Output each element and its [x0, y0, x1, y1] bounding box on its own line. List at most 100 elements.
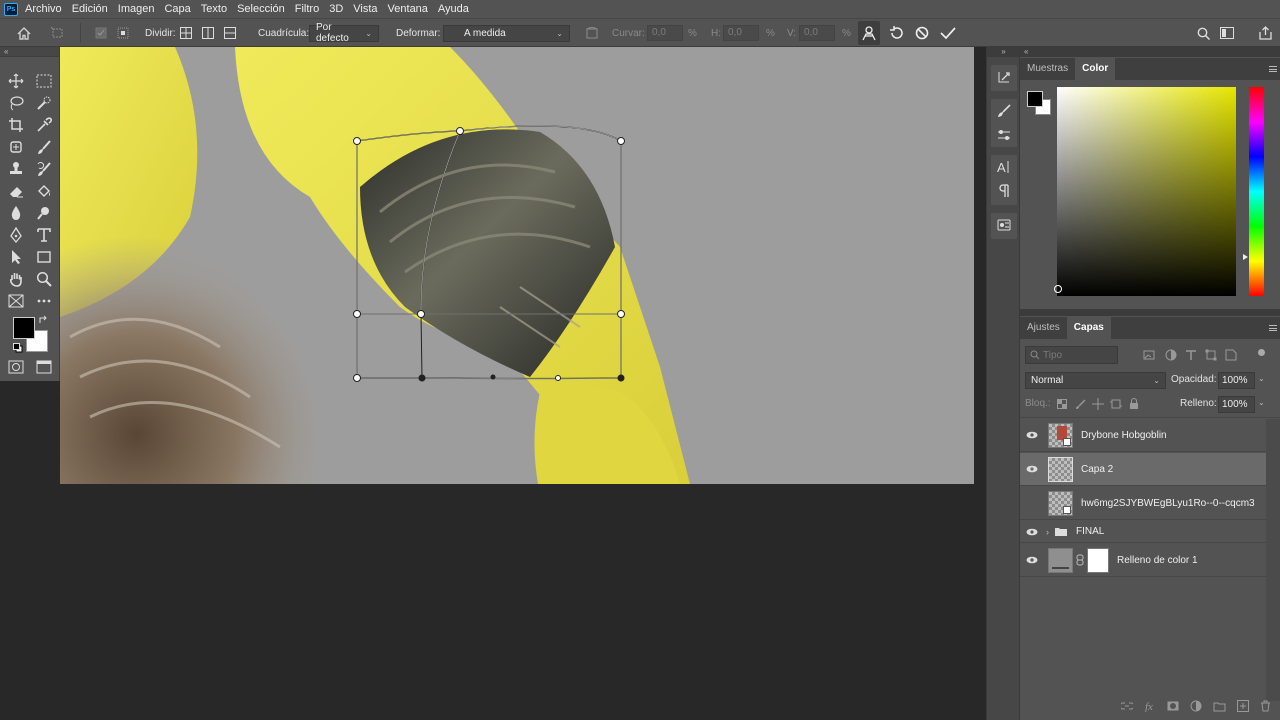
layer-row-relleno[interactable]: Relleno de color 1 — [1020, 544, 1266, 577]
blend-mode-select[interactable]: Normal ⌄ — [1025, 372, 1166, 389]
commit-transform-icon[interactable] — [938, 19, 958, 47]
expand-arrows-icon[interactable]: » — [987, 47, 1020, 57]
layer-row-hw6mg2[interactable]: hw6mg2SJYBWEgBLyu1Ro--0--cqcm3 — [1020, 487, 1266, 520]
filter-pixel-icon[interactable] — [1143, 349, 1155, 364]
reference-point-toggle-icon[interactable] — [92, 19, 110, 47]
zoom-tool-icon[interactable] — [33, 269, 55, 289]
search-icon[interactable] — [1194, 19, 1212, 47]
filter-smart-object-icon[interactable] — [1225, 349, 1237, 364]
reference-point-grid-icon[interactable] — [114, 19, 132, 47]
share-icon[interactable] — [1256, 19, 1274, 47]
filter-adjustment-icon[interactable] — [1165, 349, 1177, 364]
default-colors-icon[interactable] — [13, 343, 23, 356]
artboard-frame-icon[interactable] — [5, 291, 27, 311]
lock-position-icon[interactable] — [1092, 398, 1104, 413]
hand-tool-icon[interactable] — [5, 269, 27, 289]
new-group-icon[interactable] — [1213, 701, 1226, 712]
color-field[interactable] — [1057, 87, 1236, 296]
panel-menu-icon[interactable] — [1269, 66, 1277, 72]
new-layer-icon[interactable] — [1237, 700, 1249, 712]
link-icon[interactable] — [1076, 554, 1084, 566]
filter-shape-icon[interactable] — [1205, 349, 1217, 364]
reset-warp-icon[interactable] — [887, 19, 905, 47]
libraries-panel-icon[interactable] — [991, 213, 1017, 237]
split-vertical-icon[interactable] — [200, 19, 216, 47]
tab-ajustes[interactable]: Ajustes — [1020, 317, 1067, 339]
fx-icon[interactable]: fx — [1144, 700, 1156, 712]
swap-colors-icon[interactable] — [38, 315, 48, 328]
menu-edicion[interactable]: Edición — [67, 0, 113, 18]
lock-all-icon[interactable] — [1129, 398, 1139, 413]
eye-icon[interactable] — [1020, 431, 1044, 439]
menu-capa[interactable]: Capa — [159, 0, 195, 18]
hue-slider-handle[interactable] — [1243, 254, 1248, 260]
healing-brush-tool-icon[interactable] — [5, 137, 27, 157]
filter-type-icon[interactable] — [1185, 349, 1197, 364]
eye-icon[interactable] — [1020, 465, 1044, 473]
lock-artboard-icon[interactable] — [1110, 398, 1122, 413]
warp-orientation-icon[interactable] — [582, 19, 602, 47]
link-layers-icon[interactable] — [1121, 702, 1133, 710]
curvar-input[interactable]: 0,0 — [647, 25, 683, 41]
lock-transparent-icon[interactable] — [1057, 399, 1067, 412]
workspace-icon[interactable] — [1218, 19, 1236, 47]
transform-tool-icon[interactable] — [48, 19, 68, 47]
eye-icon[interactable] — [1020, 528, 1044, 536]
color-foreground-swatch[interactable] — [1027, 91, 1043, 107]
quick-mask-icon[interactable] — [5, 357, 27, 377]
layer-row-capa-2[interactable]: Capa 2 — [1020, 453, 1266, 486]
eye-icon[interactable] — [1020, 556, 1044, 564]
screen-mode-icon[interactable] — [33, 357, 55, 377]
layer-filter-select[interactable]: Tipo — [1025, 346, 1118, 364]
layer-row-final-group[interactable]: › FINAL — [1020, 521, 1266, 543]
cancel-transform-icon[interactable] — [913, 19, 931, 47]
v-input[interactable]: 0,0 — [799, 25, 835, 41]
rectangle-tool-icon[interactable] — [33, 247, 55, 267]
dodge-tool-icon[interactable] — [33, 203, 55, 223]
home-icon[interactable] — [14, 19, 34, 47]
add-mask-icon[interactable] — [1167, 700, 1179, 712]
eyedropper-tool-icon[interactable] — [33, 115, 55, 135]
color-picker-cursor[interactable] — [1054, 285, 1062, 293]
split-horizontal-icon[interactable] — [222, 19, 238, 47]
pen-tool-icon[interactable] — [5, 225, 27, 245]
menu-3d[interactable]: 3D — [324, 0, 348, 18]
lock-pixels-icon[interactable] — [1075, 399, 1086, 413]
deformar-select[interactable]: A medida ⌄ — [443, 24, 570, 42]
document-canvas[interactable] — [60, 47, 974, 484]
opacity-dropdown-icon[interactable]: ⌄ — [1258, 374, 1265, 383]
paragraph-panel-icon[interactable] — [991, 179, 1017, 203]
character-panel-icon[interactable]: A — [991, 155, 1017, 179]
move-tool-icon[interactable] — [5, 71, 27, 91]
tab-color[interactable]: Color — [1075, 58, 1116, 80]
delete-layer-icon[interactable] — [1260, 700, 1271, 712]
brush-settings-icon[interactable] — [991, 99, 1017, 123]
menu-imagen[interactable]: Imagen — [113, 0, 160, 18]
collapse-panels-icon[interactable]: « — [1020, 47, 1280, 57]
adjustments-sliders-icon[interactable] — [991, 123, 1017, 147]
menu-ventana[interactable]: Ventana — [383, 0, 433, 18]
panel-menu-icon[interactable] — [1269, 325, 1277, 331]
cuadricula-select[interactable]: Por defecto ⌄ — [309, 22, 379, 44]
adjustment-layer-icon[interactable] — [1190, 700, 1202, 712]
lasso-tool-icon[interactable] — [5, 93, 27, 113]
fill-input[interactable]: 100% — [1218, 396, 1255, 413]
history-brush-tool-icon[interactable] — [33, 159, 55, 179]
foreground-color-swatch[interactable] — [13, 317, 35, 339]
opacity-input[interactable]: 100% — [1218, 372, 1255, 389]
menu-texto[interactable]: Texto — [196, 0, 232, 18]
split-cross-icon[interactable] — [178, 19, 194, 47]
menu-filtro[interactable]: Filtro — [290, 0, 324, 18]
eraser-tool-icon[interactable] — [5, 181, 27, 201]
tab-muestras[interactable]: Muestras — [1020, 58, 1075, 80]
filter-toggle[interactable] — [1258, 349, 1265, 356]
blur-tool-icon[interactable] — [5, 203, 27, 223]
crop-tool-icon[interactable] — [5, 115, 27, 135]
menu-seleccion[interactable]: Selección — [232, 0, 290, 18]
clone-stamp-tool-icon[interactable] — [5, 159, 27, 179]
menu-ayuda[interactable]: Ayuda — [433, 0, 474, 18]
fill-dropdown-icon[interactable]: ⌄ — [1258, 398, 1265, 407]
menu-archivo[interactable]: Archivo — [20, 0, 67, 18]
tab-capas[interactable]: Capas — [1066, 317, 1111, 339]
layer-row-drybone[interactable]: Drybone Hobgoblin — [1020, 419, 1266, 452]
